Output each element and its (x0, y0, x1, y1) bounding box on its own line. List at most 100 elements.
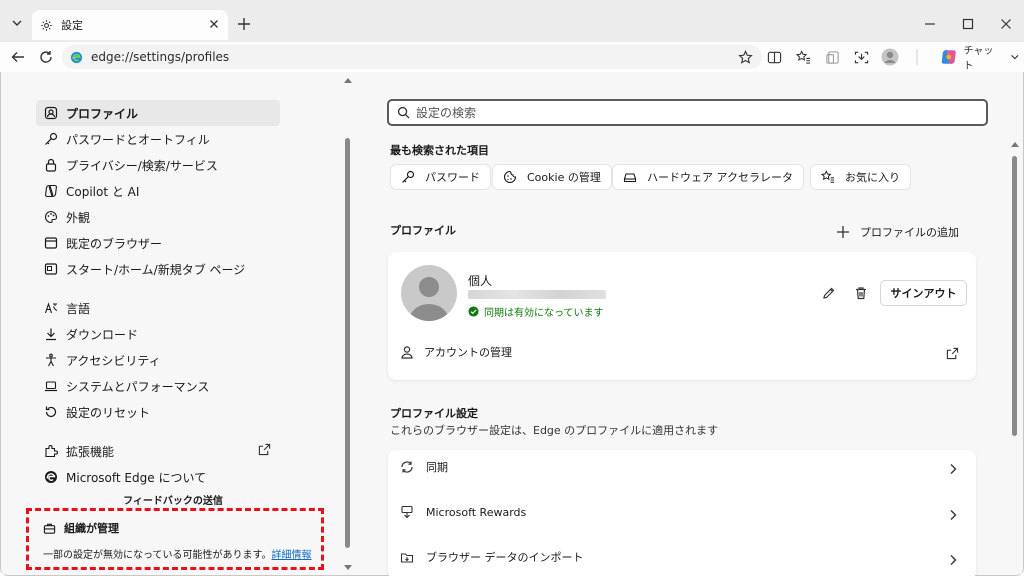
profiles-heading: プロファイル (390, 224, 456, 237)
chip-favorites[interactable]: お気に入り (810, 164, 911, 190)
minimize-button[interactable] (920, 14, 940, 34)
back-button[interactable] (8, 47, 28, 67)
sidebar-item-passwords[interactable]: パスワードとオートフィル (36, 126, 280, 152)
arrow-left-icon (11, 52, 24, 62)
chevron-right-icon[interactable] (948, 509, 958, 521)
chip-cookies[interactable]: Cookie の管理 (492, 164, 612, 190)
cookie-icon (503, 170, 517, 184)
profile-settings-subtitle: これらのブラウザー設定は、Edge のプロファイルに適用されます (390, 424, 719, 437)
import-icon (400, 550, 414, 564)
maximize-button[interactable] (958, 14, 978, 34)
manage-account-link[interactable]: アカウントの管理 (400, 342, 512, 362)
tab-settings[interactable]: 設定 (32, 10, 228, 40)
sidebar-item-privacy[interactable]: プライバシー/検索/サービス (36, 152, 280, 178)
sidebar-item-languages[interactable]: 言語 (36, 295, 280, 321)
profile-icon (44, 106, 58, 120)
add-profile-label: プロファイルの追加 (860, 226, 959, 239)
chevron-right-icon[interactable] (948, 463, 958, 475)
rewards-icon (400, 505, 414, 519)
favorites-button[interactable] (793, 47, 813, 67)
settings-row-import[interactable]: ブラウザー データのインポート (400, 545, 584, 569)
address-bar[interactable]: edge://settings/profiles (62, 45, 762, 69)
chevron-right-icon[interactable] (948, 554, 958, 566)
briefcase-icon (43, 523, 56, 534)
laptop-icon (44, 379, 58, 393)
check-circle-icon (468, 306, 479, 317)
sidebar-item-downloads[interactable]: ダウンロード (36, 321, 280, 347)
sidebar-item-extensions[interactable]: 拡張機能 (36, 438, 280, 464)
tab-actions-button[interactable] (6, 12, 28, 34)
row-label: Microsoft Rewards (426, 505, 527, 519)
scroll-down-arrow[interactable] (344, 565, 352, 570)
sidebar-item-system[interactable]: システムとパフォーマンス (36, 373, 280, 399)
settings-row-sync[interactable]: 同期 (400, 455, 448, 479)
sidebar-item-label: 言語 (66, 301, 91, 316)
settings-search[interactable] (387, 99, 988, 126)
scroll-up-arrow[interactable] (1011, 142, 1019, 147)
copilot-icon (941, 49, 956, 65)
copilot-button[interactable]: チャット (936, 45, 1020, 72)
most-searched-heading: 最も検索された項目 (390, 144, 489, 157)
chip-hardware-acceleration[interactable]: ハードウェア アクセラレータ (612, 164, 804, 190)
sidebar-item-default-browser[interactable]: 既定のブラウザー (36, 230, 280, 256)
sidebar-item-label: プライバシー/検索/サービス (66, 158, 218, 173)
scrollbar-thumb[interactable] (345, 138, 350, 548)
learn-more-link[interactable]: 詳細情報 (272, 550, 312, 561)
main-scrollbar[interactable] (1010, 140, 1020, 570)
managed-message: 一部の設定が無効になっている可能性があります。 (43, 550, 272, 561)
palette-icon (44, 210, 58, 224)
scrollbar-thumb[interactable] (1012, 156, 1017, 436)
reset-icon (44, 405, 58, 419)
split-screen-button[interactable] (764, 47, 784, 67)
sidebar-item-profiles[interactable]: プロファイル (36, 100, 280, 126)
plus-icon (837, 226, 849, 238)
settings-row-rewards[interactable]: Microsoft Rewards (400, 500, 526, 524)
key-icon (401, 170, 415, 184)
sidebar-scrollbar[interactable] (343, 78, 352, 570)
favorite-star-button[interactable] (735, 47, 755, 67)
add-profile-button[interactable]: プロファイルの追加 (836, 222, 959, 242)
sidebar-item-reset[interactable]: 設定のリセット (36, 399, 280, 425)
trash-icon (856, 287, 866, 300)
managed-by-org-notice: 組織が管理 一部の設定が無効になっている可能性があります。詳細情報 (26, 508, 324, 570)
sidebar-item-copilot[interactable]: Copilot と AI (36, 178, 280, 204)
manage-account-label: アカウントの管理 (424, 346, 512, 359)
download-icon (44, 327, 58, 341)
external-link-icon[interactable] (258, 443, 271, 456)
new-tab-button[interactable] (234, 14, 254, 34)
row-label: 同期 (426, 461, 448, 474)
search-input[interactable] (416, 105, 956, 120)
sidebar-item-label: パスワードとオートフィル (66, 132, 210, 147)
avatar-icon (881, 48, 899, 66)
chip-passwords[interactable]: パスワード (390, 164, 491, 190)
favorites-icon (821, 170, 835, 184)
profile-settings-heading: プロファイル設定 (390, 407, 478, 420)
sign-out-button[interactable]: サインアウト (880, 280, 967, 306)
avatar (401, 265, 457, 321)
edit-profile-button[interactable] (816, 281, 842, 305)
screenshot-button[interactable] (851, 47, 871, 67)
external-link-icon[interactable] (946, 347, 959, 360)
delete-profile-button[interactable] (848, 281, 874, 305)
sidebar-item-accessibility[interactable]: アクセシビリティ (36, 347, 280, 373)
copilot-label: チャット (963, 46, 994, 72)
scroll-up-arrow[interactable] (344, 78, 352, 83)
profile-button[interactable] (880, 47, 900, 67)
profile-name: 個人 (468, 274, 493, 288)
close-icon (1001, 19, 1011, 29)
sidebar-item-label: 拡張機能 (66, 444, 115, 459)
sidebar-item-about[interactable]: Microsoft Edge について (36, 464, 280, 490)
close-icon[interactable] (208, 18, 220, 30)
edge-icon (44, 470, 58, 484)
close-window-button[interactable] (996, 14, 1016, 34)
chip-label: パスワード (425, 171, 480, 184)
maximize-icon (962, 18, 974, 30)
collections-button[interactable] (822, 47, 842, 67)
extensions-icon (44, 444, 58, 458)
sidebar-item-start-home[interactable]: スタート/ホーム/新規タブ ページ (36, 256, 280, 282)
refresh-icon (40, 51, 52, 63)
refresh-button[interactable] (36, 47, 56, 67)
sidebar-item-appearance[interactable]: 外観 (36, 204, 280, 230)
sync-status: 同期は有効になっています (468, 304, 604, 319)
split-screen-icon (767, 51, 781, 63)
